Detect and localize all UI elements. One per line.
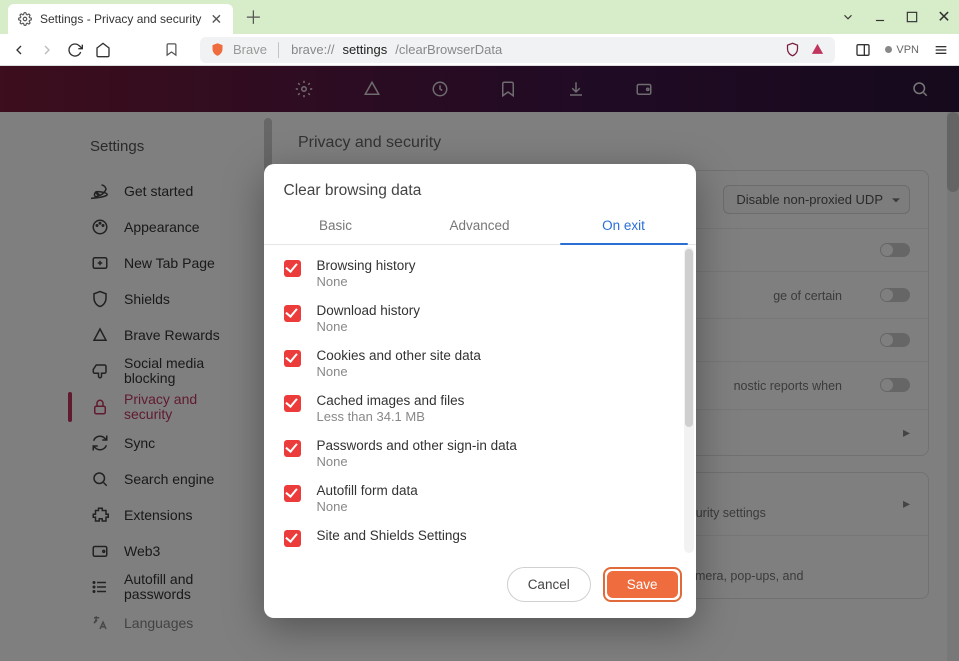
close-tab-icon[interactable]: ✕ [209,12,223,26]
brave-shield-icon [210,42,225,57]
gear-icon [18,12,32,26]
close-window-icon[interactable]: ✕ [937,10,951,24]
checkbox[interactable] [284,395,301,412]
cancel-button[interactable]: Cancel [507,567,591,602]
checkbox[interactable] [284,440,301,457]
browser-toolbar: Brave │ brave://settings/clearBrowserDat… [0,34,959,66]
save-button[interactable]: Save [607,571,678,598]
checkbox[interactable] [284,305,301,322]
bookmark-icon[interactable] [162,41,180,59]
dialog-title: Clear browsing data [264,164,696,208]
option-cached-images[interactable]: Cached images and filesLess than 34.1 MB [264,386,696,431]
minimize-icon[interactable] [873,10,887,24]
save-button-highlight: Save [603,567,682,602]
forward-button[interactable] [38,41,56,59]
back-button[interactable] [10,41,28,59]
url-path: /clearBrowserData [395,42,502,57]
vpn-indicator[interactable]: VPN [885,44,919,56]
new-tab-button[interactable]: ＋ [239,3,267,31]
option-cookies[interactable]: Cookies and other site dataNone [264,341,696,386]
url-scheme: brave:// [291,42,334,57]
maximize-icon[interactable] [905,10,919,24]
tab-basic[interactable]: Basic [264,208,408,244]
dialog-body: Browsing historyNone Download historyNon… [264,245,696,555]
menu-icon[interactable] [933,42,949,58]
option-passwords[interactable]: Passwords and other sign-in dataNone [264,431,696,476]
dialog-scrollbar[interactable] [684,247,694,553]
dialog-tabs: Basic Advanced On exit [264,208,696,245]
tab-on-exit[interactable]: On exit [552,208,696,244]
browser-tab[interactable]: Settings - Privacy and security ✕ [8,4,233,34]
chevron-down-icon[interactable] [841,10,855,24]
option-autofill[interactable]: Autofill form dataNone [264,476,696,521]
tab-title: Settings - Privacy and security [40,12,201,26]
dialog-footer: Cancel Save [264,555,696,618]
address-brand: Brave [233,42,267,57]
option-download-history[interactable]: Download historyNone [264,296,696,341]
checkbox[interactable] [284,260,301,277]
modal-overlay: Clear browsing data Basic Advanced On ex… [0,66,959,661]
sidepanel-icon[interactable] [855,42,871,58]
address-bar[interactable]: Brave │ brave://settings/clearBrowserDat… [200,37,835,63]
reload-button[interactable] [66,41,84,59]
checkbox[interactable] [284,485,301,502]
checkbox[interactable] [284,350,301,367]
checkbox[interactable] [284,530,301,547]
brave-shields-icon[interactable] [785,42,800,57]
option-browsing-history[interactable]: Browsing historyNone [264,251,696,296]
brave-rewards-icon[interactable] [810,42,825,57]
option-site-shields[interactable]: Site and Shields Settings [264,521,696,547]
tab-advanced[interactable]: Advanced [408,208,552,244]
clear-browsing-data-dialog: Clear browsing data Basic Advanced On ex… [264,164,696,618]
url-host: settings [342,42,387,57]
home-button[interactable] [94,41,112,59]
window-titlebar: Settings - Privacy and security ✕ ＋ ✕ [0,0,959,34]
